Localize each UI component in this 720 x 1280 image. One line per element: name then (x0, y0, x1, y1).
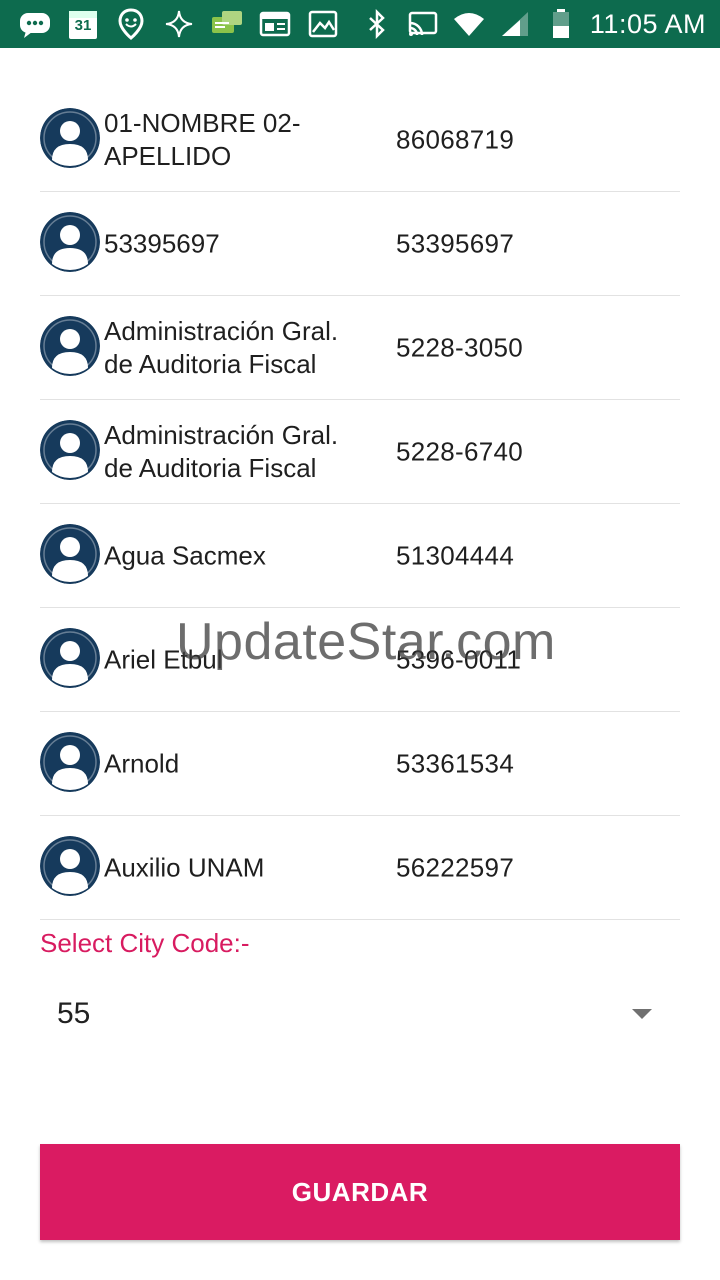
contact-phone: 5228-3050 (396, 332, 524, 362)
signal-icon (498, 7, 532, 41)
save-button[interactable]: GUARDAR (40, 1144, 680, 1240)
sparkle-icon (162, 7, 196, 41)
cast-icon (406, 7, 440, 41)
city-code-value: 55 (57, 997, 91, 1030)
contact-name: Arnold (104, 748, 180, 778)
contact-name: Ariel Etbul (104, 644, 223, 674)
contact-phone: 56222597 (396, 852, 515, 882)
news-icon (258, 7, 292, 41)
contact-name: Administración Gral. de Auditoria Fiscal (104, 315, 339, 379)
avatar-icon (40, 420, 100, 480)
avatar-icon (40, 108, 100, 168)
chat-icon (210, 7, 244, 41)
system-icons: 11:05 AM (360, 7, 706, 41)
contact-row[interactable]: Agua Sacmex 51304444 (40, 504, 680, 608)
city-code-label: Select City Code:- (40, 928, 250, 958)
message-icon (18, 7, 52, 41)
contact-row[interactable]: Auxilio UNAM 56222597 (40, 816, 680, 920)
status-time: 11:05 AM (589, 8, 706, 39)
avatar-icon (40, 212, 100, 272)
contact-row[interactable]: 01-NOMBRE 02-APELLIDO 86068719 (40, 88, 680, 192)
avatar-icon (40, 628, 100, 688)
avatar-icon (40, 316, 100, 376)
contact-phone: 53361534 (396, 748, 515, 778)
contact-phone: 53395697 (396, 228, 515, 258)
contact-name: Agua Sacmex (104, 540, 266, 570)
battery-icon (544, 7, 578, 41)
contact-phone: 5228-6740 (396, 436, 524, 466)
city-code-select[interactable]: 55 (40, 985, 660, 1045)
avatar-icon (40, 524, 100, 584)
contact-list: 01-NOMBRE 02-APELLIDO 86068719 53395697 … (40, 88, 680, 920)
contact-row[interactable]: Administración Gral. de Auditoria Fiscal… (40, 400, 680, 504)
contact-name: Auxilio UNAM (104, 852, 265, 882)
bluetooth-icon (360, 7, 394, 41)
calendar-icon: 31 (66, 7, 100, 41)
calendar-date: 31 (74, 17, 92, 34)
contact-phone: 51304444 (396, 540, 515, 570)
contact-row[interactable]: Administración Gral. de Auditoria Fiscal… (40, 296, 680, 400)
avatar-icon (40, 732, 100, 792)
location-icon (114, 7, 148, 41)
contact-name: Administración Gral. de Auditoria Fiscal (104, 419, 339, 483)
dropdown-arrow-icon (632, 1009, 652, 1019)
contact-name: 53395697 (104, 228, 220, 258)
status-bar: 31 11:05 AM (0, 0, 720, 48)
contact-row[interactable]: 53395697 53395697 (40, 192, 680, 296)
contact-phone: 5396-0011 (396, 644, 522, 674)
gallery-icon (306, 7, 340, 41)
contact-name: 01-NOMBRE 02-APELLIDO (104, 107, 301, 171)
wifi-icon (452, 7, 486, 41)
contact-phone: 86068719 (396, 124, 515, 154)
contact-row[interactable]: Arnold 53361534 (40, 712, 680, 816)
avatar-icon (40, 836, 100, 896)
contact-row[interactable]: Ariel Etbul 5396-0011 (40, 608, 680, 712)
notification-icons: 31 (18, 7, 360, 41)
